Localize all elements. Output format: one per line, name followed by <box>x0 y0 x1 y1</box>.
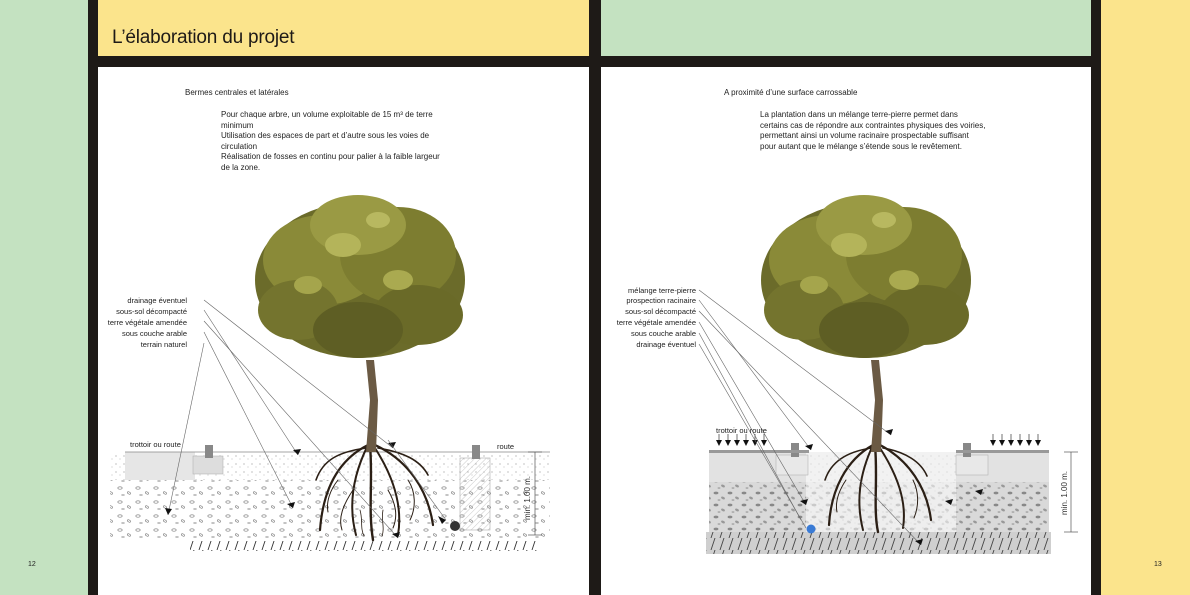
right-paragraph: La plantation dans un mélange terre-pier… <box>760 110 1020 152</box>
label-sous-sol: sous-sol décompacté <box>116 307 187 316</box>
depth-label: min. 1.00 m. <box>1060 471 1069 515</box>
label-sous-couche: sous couche arable <box>630 329 696 338</box>
bullet-line: Utilisation des espaces de part et d’aut… <box>221 131 430 140</box>
label-sous-sol: sous-sol décompacté <box>625 307 696 316</box>
natural-ground-hatch <box>706 532 1051 554</box>
label-terrain: terrain naturel <box>140 340 187 349</box>
page-number-right: 13 <box>1154 561 1162 568</box>
page-number-left: 12 <box>28 561 36 568</box>
bullet-line: Réalisation de fosses en continu pour pa… <box>221 152 440 161</box>
band-right <box>601 56 1091 67</box>
bullet-line: de la zone. <box>221 162 261 172</box>
label-sous-couche: sous couche arable <box>121 329 187 338</box>
right-tree-diagram: min. 1.00 m. <box>698 195 1078 554</box>
right-subtitle: A proximité d’une surface carrossable <box>724 88 858 97</box>
depth-label: min. 1.00 m. <box>523 476 532 520</box>
curb-base-left <box>192 455 224 475</box>
drain-pipe-icon <box>450 521 460 531</box>
label-drainage: drainage éventuel <box>636 340 696 349</box>
road-foundation <box>459 457 491 531</box>
bullet-line: circulation <box>221 141 258 151</box>
black-column-left <box>88 0 98 595</box>
paragraph-line: pour autant que le mélange s’étende sous… <box>760 141 962 151</box>
paragraph-line: certains cas de répondre aux contraintes… <box>760 120 986 130</box>
tree-trunk <box>366 360 378 452</box>
label-terre-vegetale: terre végétale amendée <box>616 318 696 327</box>
band-left <box>98 56 589 67</box>
curb-left <box>205 445 213 458</box>
tree-illustration <box>255 195 465 358</box>
header-right <box>601 0 1091 56</box>
label-melange: mélange terre-pierre <box>628 286 696 295</box>
tree-illustration <box>761 195 971 358</box>
page-title: L’élaboration du projet <box>112 27 295 48</box>
label-trottoir-right: trottoir ou route <box>716 426 767 435</box>
black-column-right <box>1091 0 1101 595</box>
label-trottoir-left: trottoir ou route <box>130 440 181 449</box>
spine-divider <box>589 0 601 595</box>
natural-ground-hatch <box>190 541 540 551</box>
left-tree-diagram: min. 1.00 m. <box>110 195 550 551</box>
trottoir-slab <box>125 452 195 480</box>
left-margin <box>0 0 88 595</box>
bullet-line: Pour chaque arbre, un volume exploitable… <box>221 110 433 119</box>
left-bullets: Pour chaque arbre, un volume exploitable… <box>221 110 471 173</box>
left-subtitle: Bermes centrales et latérales <box>185 88 289 97</box>
paragraph-line: permettant ainsi un volume racinaire pro… <box>760 131 969 140</box>
tree-trunk <box>871 360 883 452</box>
right-margin <box>1101 0 1190 595</box>
label-terre-vegetale: terre végétale amendée <box>107 318 187 327</box>
bullet-line: minimum <box>221 120 254 130</box>
label-prospection: prospection racinaire <box>626 296 696 305</box>
label-drainage: drainage éventuel <box>127 296 187 305</box>
paragraph-line: La plantation dans un mélange terre-pier… <box>760 110 958 119</box>
label-route: route <box>497 442 515 451</box>
drain-pipe-icon <box>806 524 816 534</box>
